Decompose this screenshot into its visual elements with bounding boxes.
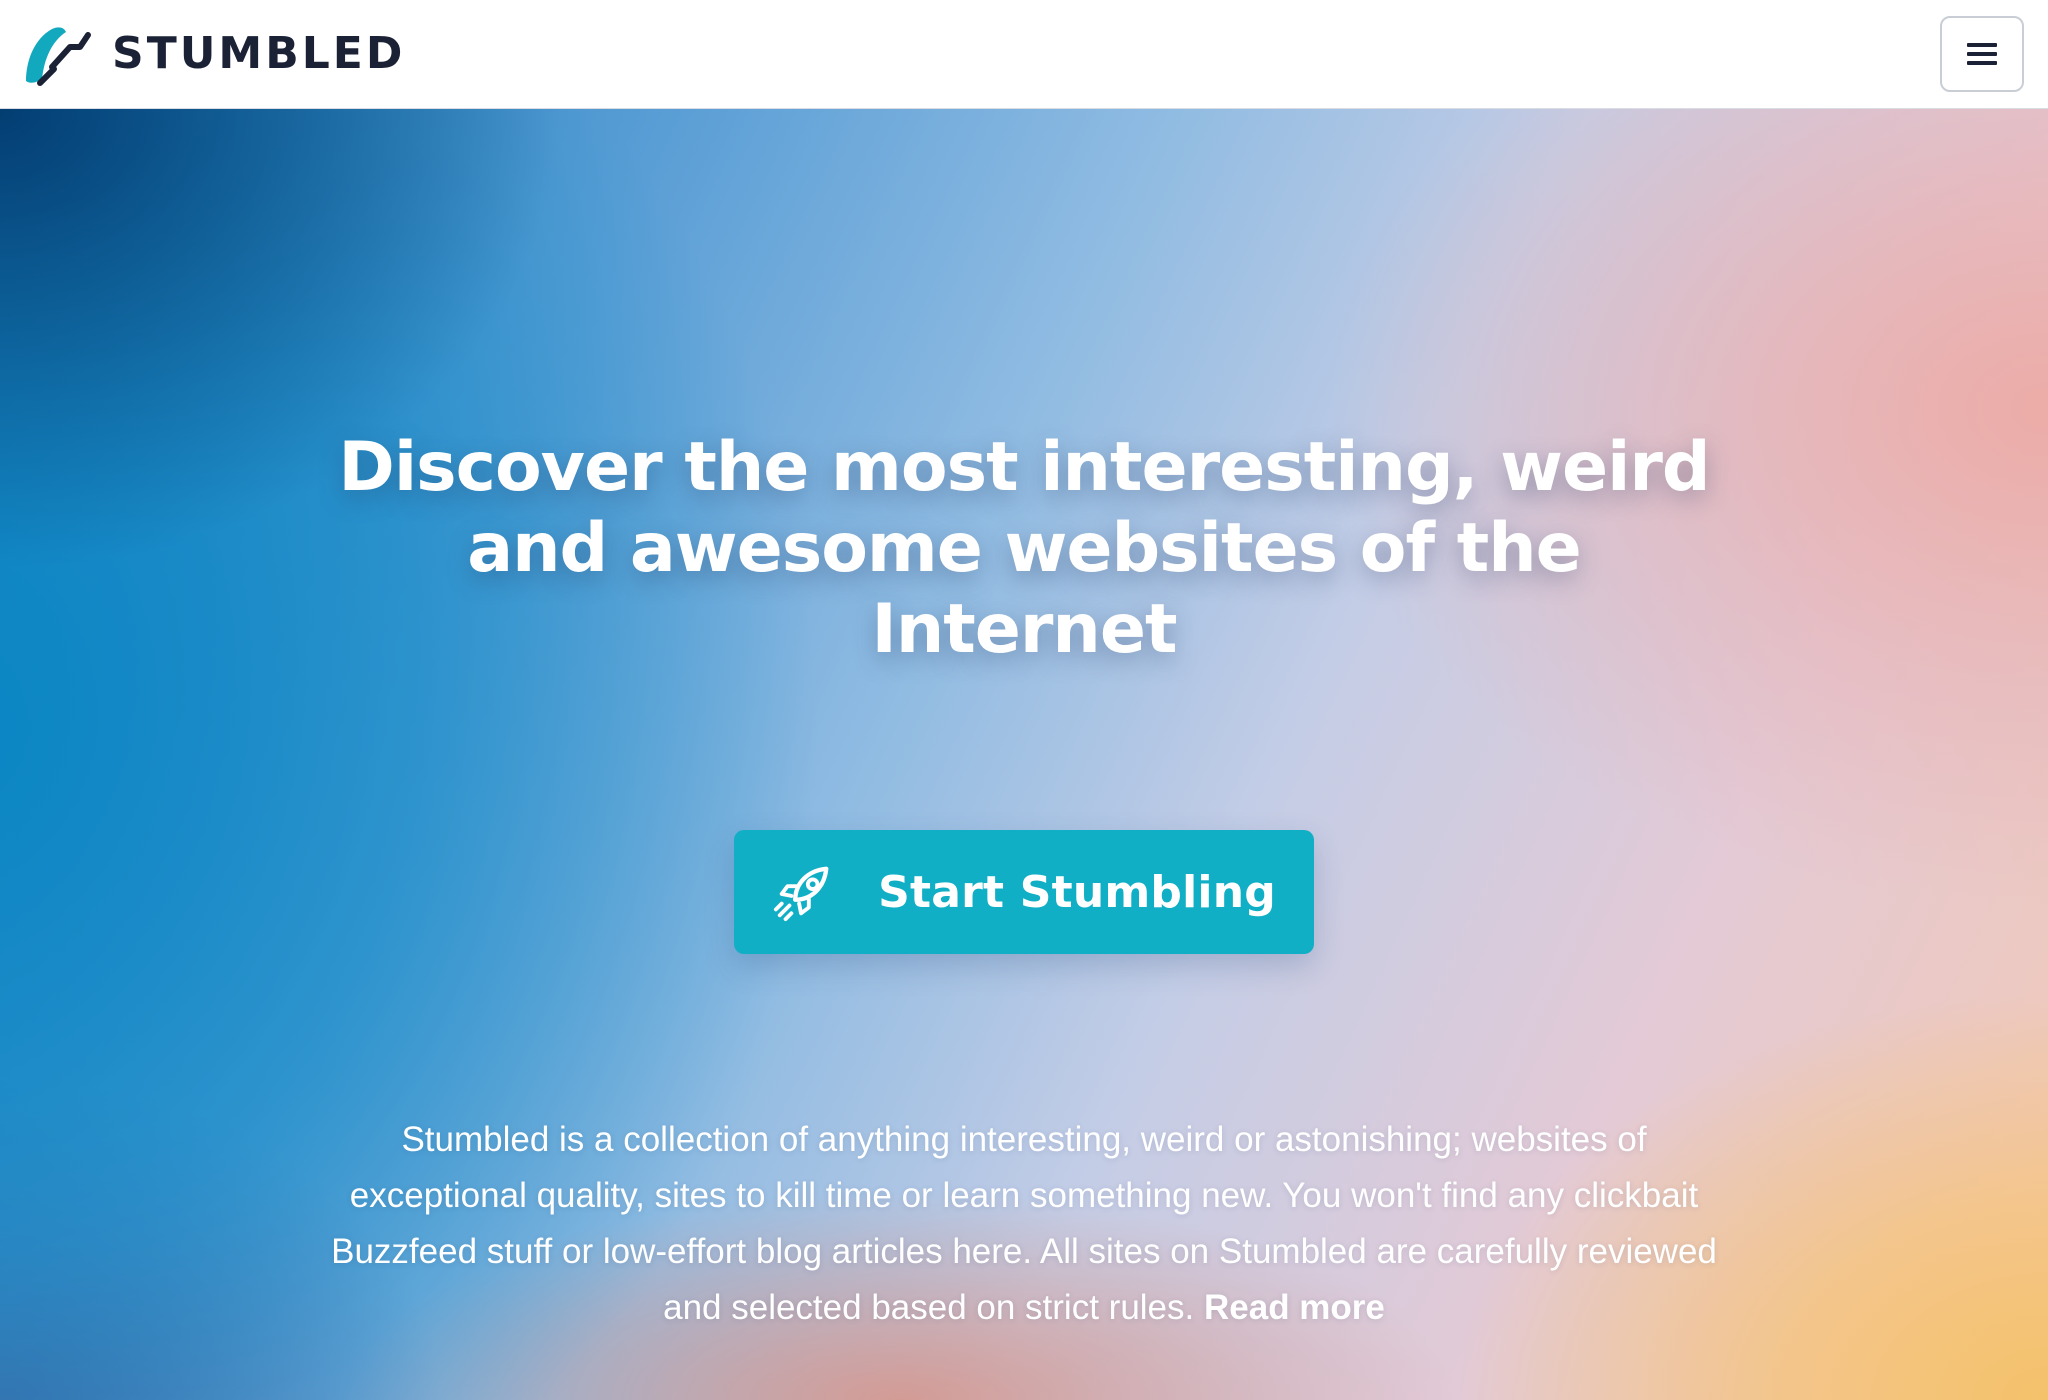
stumbled-logo-icon (26, 27, 91, 86)
brand-name: STUMBLED (112, 28, 406, 79)
read-more-link[interactable]: Read more (1204, 1288, 1385, 1327)
hamburger-menu-icon (1967, 43, 1997, 65)
brand-home-link[interactable]: STUMBLED (22, 21, 405, 87)
menu-toggle-button[interactable] (1940, 16, 2024, 92)
hero-content: Discover the most interesting, weird and… (0, 109, 2048, 1400)
rocket-icon (774, 866, 829, 922)
top-navbar: STUMBLED (0, 0, 2048, 109)
hero-headline: Discover the most interesting, weird and… (338, 428, 1710, 669)
hero-description: Stumbled is a collection of anything int… (330, 1112, 1718, 1336)
hero-section: Discover the most interesting, weird and… (0, 109, 2048, 1400)
start-stumbling-label: Start Stumbling (878, 866, 1276, 918)
start-stumbling-button[interactable]: Start Stumbling (734, 830, 1314, 954)
hero-description-text: Stumbled is a collection of anything int… (331, 1120, 1717, 1327)
